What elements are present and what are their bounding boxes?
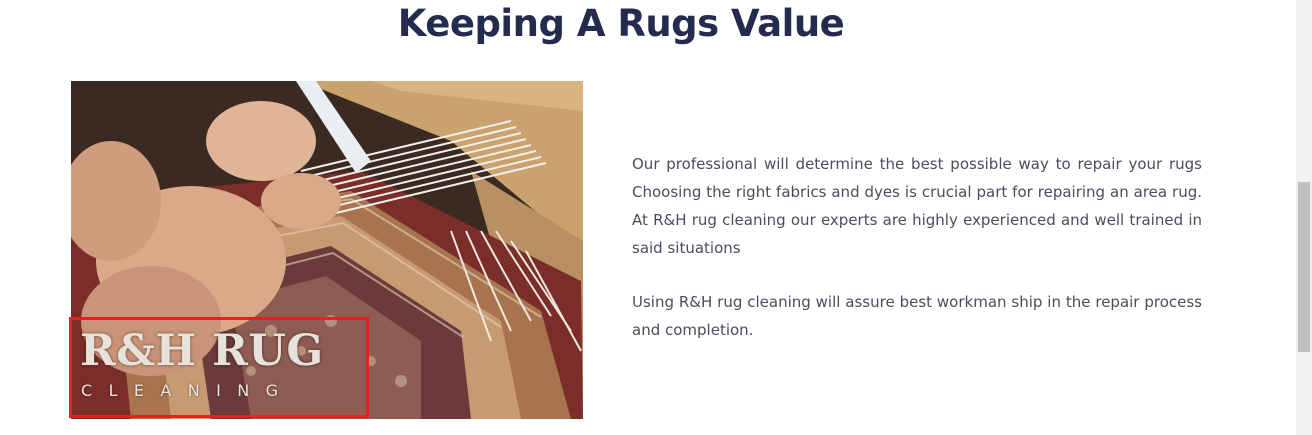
logo-subtitle: CLEANING xyxy=(81,381,295,400)
logo-title: R&H RUG xyxy=(80,326,324,376)
section-content: Our professional will determine the best… xyxy=(632,150,1202,370)
paragraph-2: Using R&H rug cleaning will assure best … xyxy=(632,293,1202,339)
logo-overlay: R&H RUG CLEANING xyxy=(69,317,369,418)
scrollbar-thumb[interactable] xyxy=(1298,182,1310,352)
paragraph-1: Our professional will determine the best… xyxy=(632,155,1202,257)
page-title: Keeping A Rugs Value xyxy=(397,2,845,45)
